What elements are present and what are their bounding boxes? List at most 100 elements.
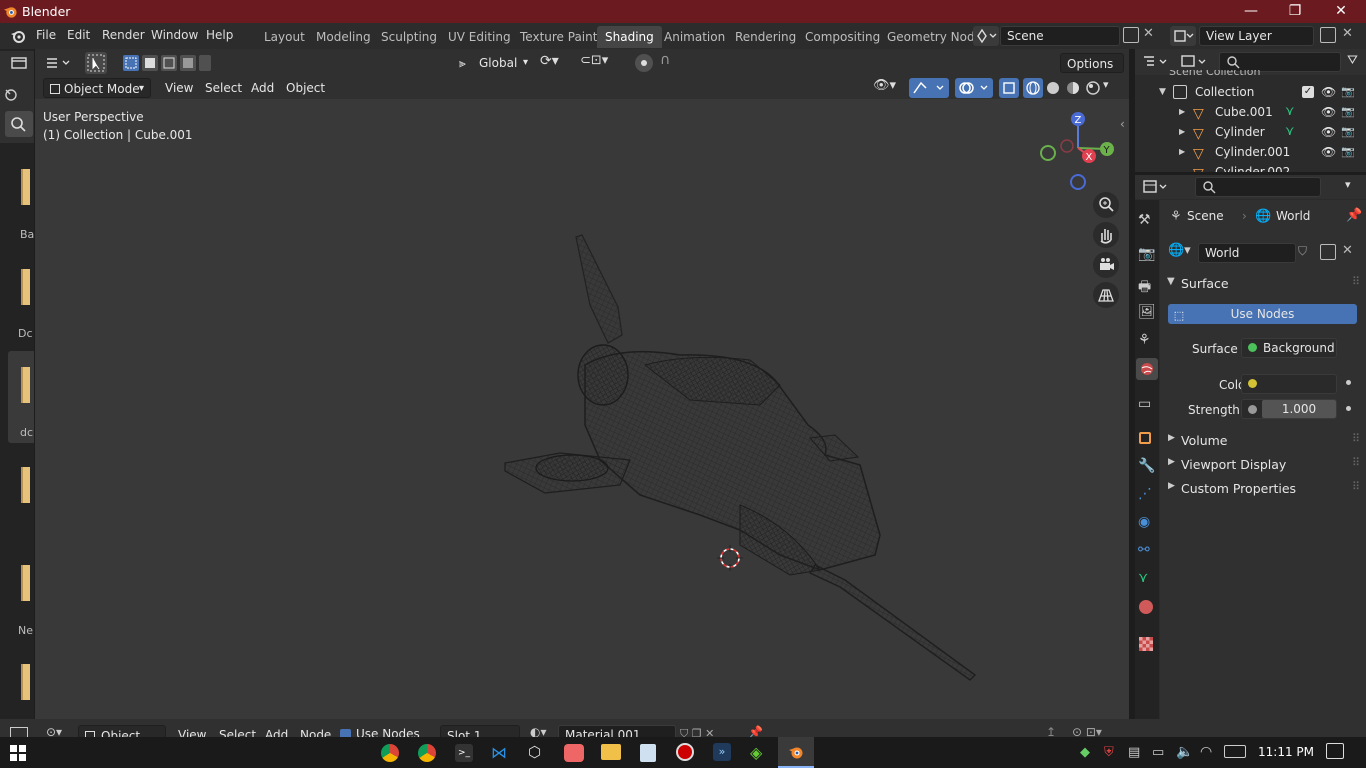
unlink-world-icon[interactable]: ✕: [1342, 243, 1353, 258]
eye-icon[interactable]: 👁: [1321, 102, 1336, 122]
modifier-tab-icon[interactable]: 🔧: [1138, 458, 1155, 474]
navigation-gizmo[interactable]: Z Y X: [1036, 108, 1122, 194]
security-icon[interactable]: ⛨: [1104, 745, 1114, 760]
keyboard-icon[interactable]: [1224, 745, 1246, 758]
scene-tab-icon[interactable]: ⚘: [1138, 332, 1151, 348]
record-icon[interactable]: [676, 743, 694, 761]
menu-window[interactable]: Window: [151, 28, 198, 42]
menu-view[interactable]: View: [159, 78, 199, 98]
parent-node-tree-icon[interactable]: ↥: [1046, 725, 1056, 737]
material-actions-icons[interactable]: ⛉ ❐ ✕: [680, 727, 714, 737]
tab-shading[interactable]: Shading: [597, 26, 662, 48]
chrome-icon[interactable]: [381, 744, 399, 762]
file-thumbnail[interactable]: [21, 169, 30, 205]
render-tab-icon[interactable]: 📷: [1138, 246, 1155, 262]
output-tab-icon[interactable]: 🖶: [1138, 276, 1151, 300]
battery-icon[interactable]: ▭: [1152, 745, 1164, 760]
browse-icon[interactable]: [3, 87, 19, 103]
wireframe-shading-icon[interactable]: [1023, 78, 1043, 98]
material-browse-icon[interactable]: ◐▾: [530, 725, 547, 737]
world-browse-icon[interactable]: 🌐▾: [1168, 243, 1196, 263]
file-explorer-icon[interactable]: [601, 744, 621, 760]
snap-icon[interactable]: ⊙ ⊡▾: [1072, 725, 1102, 737]
minimize-button[interactable]: —: [1228, 0, 1274, 23]
editor-type-icon[interactable]: [11, 57, 29, 71]
file-thumbnail[interactable]: [21, 664, 30, 700]
keyframe-dot-icon[interactable]: [1346, 380, 1351, 385]
tab-animation[interactable]: Animation: [656, 26, 733, 48]
spaceship-wireframe-model[interactable]: [490, 225, 990, 685]
texture-tab-icon[interactable]: [1139, 637, 1153, 651]
new-view-layer-icon[interactable]: [1320, 27, 1336, 43]
delete-view-layer-icon[interactable]: ✕: [1342, 26, 1353, 41]
camera-icon[interactable]: 📷: [1341, 82, 1355, 102]
use-nodes-checkbox[interactable]: [340, 729, 351, 737]
fake-user-icon[interactable]: ⛉: [1298, 244, 1316, 262]
color-field[interactable]: [1241, 374, 1337, 394]
tab-sculpting[interactable]: Sculpting: [373, 26, 445, 48]
notepad-icon[interactable]: [640, 744, 656, 762]
zoom-view-button[interactable]: [1093, 192, 1119, 218]
viewport-display-panel-header[interactable]: ▶ Viewport Display ⠿: [1160, 454, 1366, 476]
surface-panel-header[interactable]: ▼ Surface ⠿: [1160, 273, 1366, 295]
chrome-icon[interactable]: [418, 744, 436, 762]
tab-geometry-nodes[interactable]: Geometry Nod: [879, 26, 983, 48]
editor-type-icon[interactable]: [43, 53, 77, 73]
terminal-icon[interactable]: >_: [455, 744, 473, 762]
menu-object[interactable]: Object: [280, 78, 331, 98]
outliner-row-object[interactable]: ▽ Cylinder.002: [1135, 162, 1366, 172]
wifi-icon[interactable]: ◠: [1200, 744, 1212, 760]
pivot-point-icon[interactable]: ⟳▾: [540, 53, 570, 73]
outliner-row-object[interactable]: ▶ ▽ Cube.001 ⋎ 👁 📷: [1135, 102, 1366, 122]
world-tab-icon[interactable]: [1136, 358, 1158, 380]
outliner-row-object[interactable]: ▶ ▽ Cylinder ⋎ 👁 📷: [1135, 122, 1366, 142]
unity-icon[interactable]: ⬡: [528, 743, 546, 761]
ortho-toggle-button[interactable]: [1093, 282, 1119, 308]
rendered-shading-icon[interactable]: [1083, 78, 1103, 98]
tab-rendering[interactable]: Rendering: [727, 26, 804, 48]
solid-shading-icon[interactable]: [1043, 78, 1063, 98]
menu-help[interactable]: Help: [206, 28, 233, 42]
chevron-right-icon[interactable]: ▶: [1179, 102, 1185, 122]
use-nodes-button[interactable]: ⬚ Use Nodes: [1168, 304, 1357, 324]
outliner-editor-type-icon[interactable]: [1141, 53, 1173, 71]
xray-toggle-icon[interactable]: [999, 78, 1019, 98]
shader-type-dropdown[interactable]: Object: [78, 725, 166, 737]
menu-add[interactable]: Add: [245, 78, 280, 98]
eye-icon[interactable]: 👁: [1321, 142, 1336, 162]
windows-start-icon[interactable]: [10, 745, 26, 761]
outliner-search-input[interactable]: [1219, 52, 1341, 72]
blender-taskbar-button[interactable]: [778, 737, 814, 768]
notifications-icon[interactable]: [1326, 743, 1344, 759]
scene-selector-icon[interactable]: [973, 26, 999, 46]
tray-device-icon[interactable]: ▤: [1128, 745, 1140, 760]
outliner-row-collection[interactable]: ▼ Collection ✓ 👁 📷: [1135, 82, 1366, 102]
menu-node[interactable]: Node: [294, 725, 337, 737]
chevron-right-icon[interactable]: ▶: [1179, 122, 1185, 142]
select-mode-icons[interactable]: [121, 53, 211, 73]
maximize-button[interactable]: ❐: [1272, 0, 1318, 23]
view-layer-tab-icon[interactable]: 🖼: [1138, 304, 1156, 320]
custom-properties-panel-header[interactable]: ▶ Custom Properties ⠿: [1160, 478, 1366, 500]
select-tool-icon[interactable]: [85, 52, 107, 74]
shader-type-icon[interactable]: ⊙▾: [46, 725, 62, 737]
chevron-down-icon[interactable]: ▾: [1103, 78, 1109, 91]
file-thumbnail[interactable]: [21, 269, 30, 305]
clock-time[interactable]: 11:11 PM: [1258, 745, 1314, 759]
vscode-icon[interactable]: ⋈: [491, 743, 509, 762]
world-name-field[interactable]: World: [1198, 243, 1296, 263]
menu-file[interactable]: File: [36, 28, 56, 42]
snap-icon[interactable]: ⊂⊡▾: [580, 53, 630, 73]
camera-icon[interactable]: 📷: [1341, 122, 1355, 142]
visibility-icon[interactable]: 👁▾: [873, 78, 907, 98]
drag-handle-icon[interactable]: ⠿: [1352, 456, 1360, 469]
volume-panel-header[interactable]: ▶ Volume ⠿: [1160, 430, 1366, 452]
gizmo-toggle-icon[interactable]: [909, 78, 949, 98]
properties-editor-type-icon[interactable]: [1141, 178, 1173, 196]
blender-menu-icon[interactable]: [10, 28, 26, 44]
drag-handle-icon[interactable]: ⠿: [1352, 432, 1360, 445]
filter-icon[interactable]: ⛛: [1347, 53, 1358, 68]
material-shading-icon[interactable]: [1063, 78, 1083, 98]
minecraft-icon[interactable]: ◈: [750, 743, 768, 762]
tab-uv-editing[interactable]: UV Editing: [440, 26, 519, 48]
